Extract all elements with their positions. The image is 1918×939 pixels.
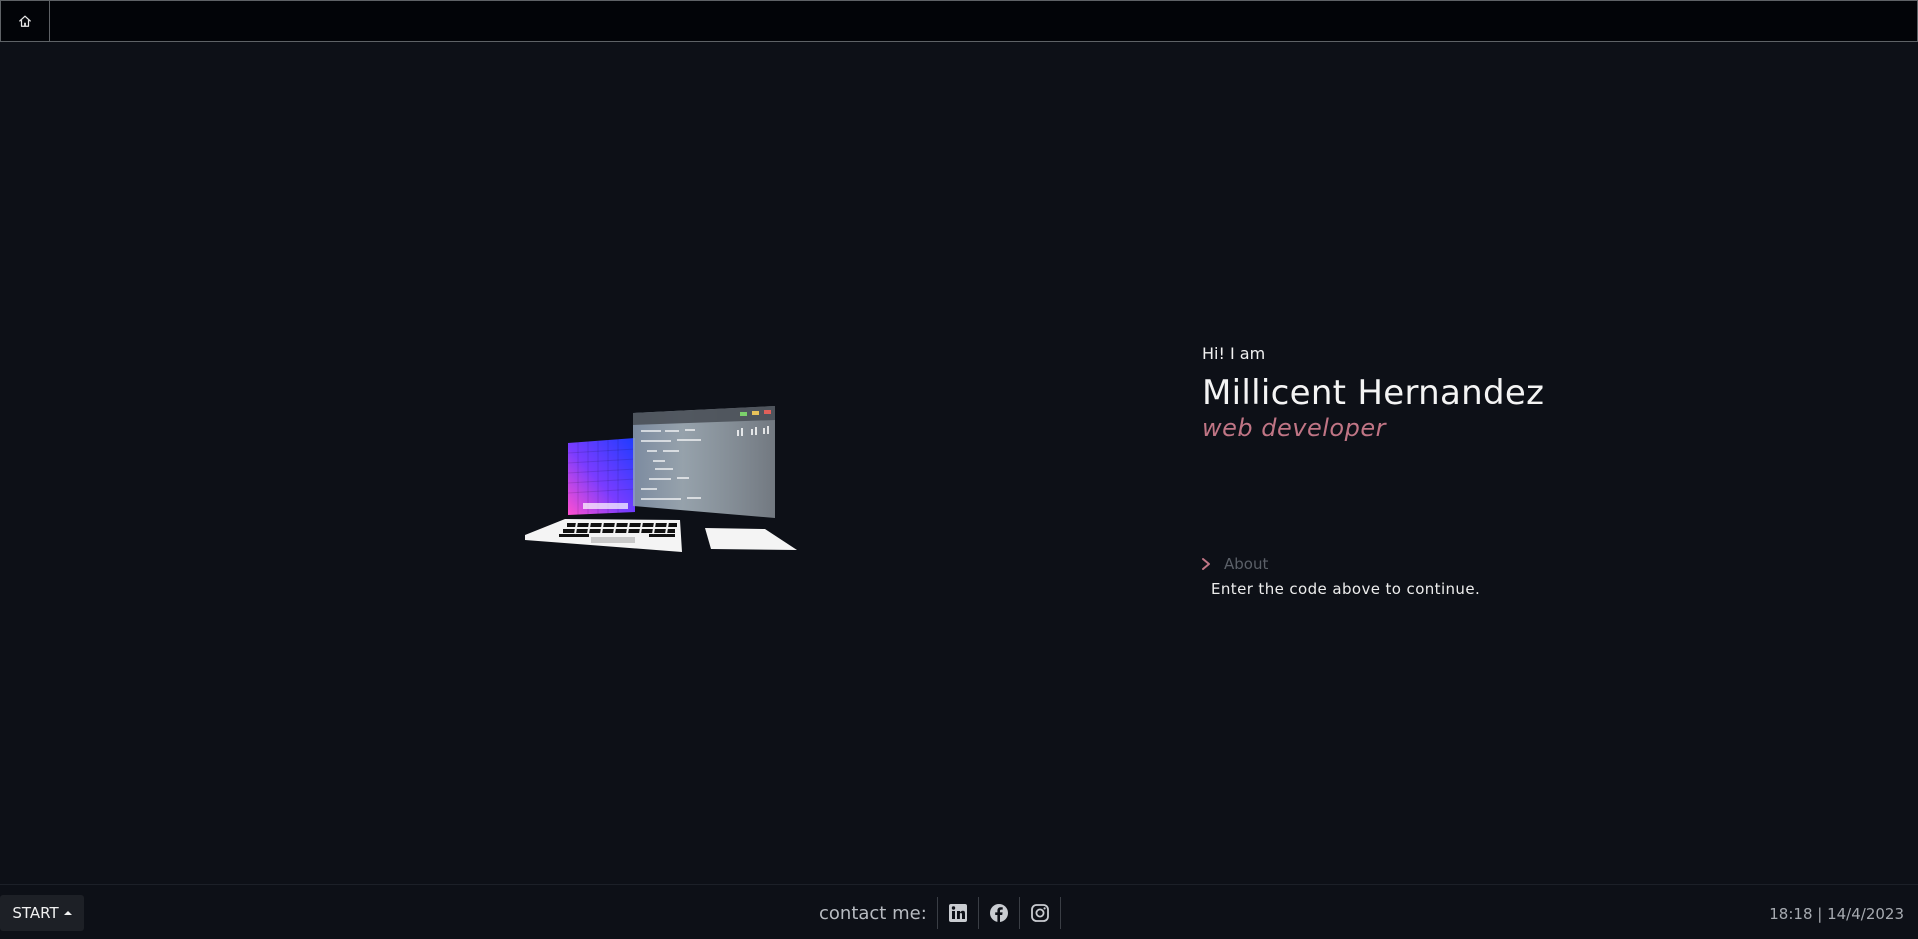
home-button[interactable] — [1, 1, 50, 41]
linkedin-link[interactable] — [936, 897, 978, 929]
about-menu-item[interactable]: About — [1200, 555, 1268, 573]
start-button[interactable]: START — [0, 895, 84, 931]
contact-bar: contact me: — [819, 895, 1061, 931]
instruction-text: Enter the code above to continue. — [1211, 580, 1481, 598]
instagram-icon — [1030, 904, 1049, 922]
job-title: web developer — [1202, 414, 1386, 442]
taskbar: START contact me: 18:18 | 14/4/2023 — [0, 884, 1918, 939]
chevron-right-icon — [1202, 558, 1210, 570]
facebook-link[interactable] — [977, 897, 1019, 929]
linkedin-icon — [948, 904, 967, 922]
intro-section: Hi! I am Millicent Hernandez web develop… — [1202, 343, 1702, 441]
laptop-illustration — [515, 398, 805, 568]
caret-up-icon — [63, 911, 72, 915]
start-label: START — [12, 904, 59, 922]
facebook-icon — [989, 904, 1008, 922]
clock-display: 18:18 | 14/4/2023 — [1769, 905, 1904, 923]
top-bar — [0, 0, 1918, 42]
instagram-link[interactable] — [1018, 897, 1061, 929]
greeting-text: Hi! I am — [1202, 344, 1266, 363]
home-icon — [19, 15, 31, 27]
person-name: Millicent Hernandez — [1202, 373, 1545, 413]
about-label: About — [1224, 555, 1269, 573]
contact-label: contact me: — [819, 902, 927, 924]
